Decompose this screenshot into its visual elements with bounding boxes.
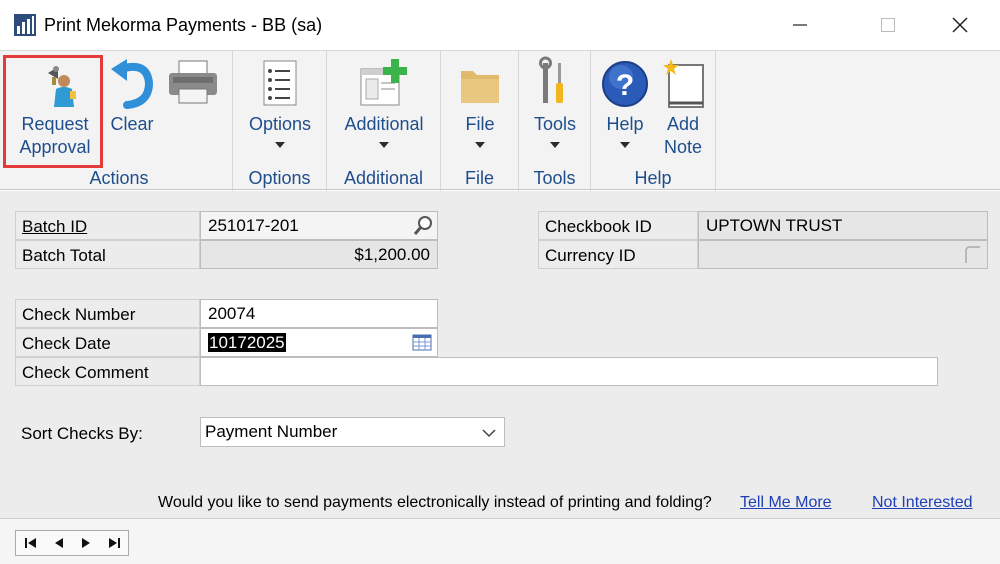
print-button[interactable] <box>164 55 222 113</box>
not-interested-link[interactable]: Not Interested <box>872 494 973 512</box>
group-label-options: Options <box>248 168 311 188</box>
close-icon <box>952 17 968 33</box>
check-number-field[interactable]: 20074 <box>200 299 438 328</box>
minimize-icon <box>793 24 807 26</box>
ribbon-group-tools: Tools Tools <box>519 51 591 191</box>
window-title: Print Mekorma Payments - BB (sa) <box>44 15 323 35</box>
ribbon-group-options: Options Options <box>233 51 327 191</box>
request-approval-highlight <box>3 55 103 168</box>
last-record-icon[interactable] <box>107 536 121 550</box>
payment-form: Batch ID 251017-201 Batch Total $1,200.0… <box>0 191 1000 518</box>
record-navigation-bar <box>0 518 1000 564</box>
chevron-down-icon <box>482 429 496 438</box>
ribbon: Request Approval Clear Actions Options O… <box>0 50 1000 191</box>
electronic-payments-message: Would you like to send payments electron… <box>158 494 712 511</box>
add-note-label-line1: Add <box>666 114 700 134</box>
tools-button[interactable]: Tools <box>519 55 591 148</box>
calendar-icon[interactable] <box>411 331 433 353</box>
lookup-magnifier-icon[interactable] <box>412 214 434 236</box>
check-number-label: Check Number <box>15 299 200 328</box>
title-bar: Print Mekorma Payments - BB (sa) <box>0 0 1000 50</box>
group-label-file: File <box>464 168 494 188</box>
close-button[interactable] <box>940 10 980 40</box>
help-question-icon: ? <box>602 61 648 107</box>
checkbook-id-label: Checkbook ID <box>538 211 698 240</box>
add-note-label-line2: Note <box>663 137 703 157</box>
currency-id-field <box>698 240 988 269</box>
file-button[interactable]: File <box>441 55 519 148</box>
additional-label: Additional <box>344 114 424 134</box>
batch-id-value: 251017-201 <box>208 216 299 235</box>
first-record-icon[interactable] <box>24 536 38 550</box>
batch-total-field: $1,200.00 <box>200 240 438 269</box>
checkbook-id-field: UPTOWN TRUST <box>698 211 988 240</box>
clear-button[interactable]: Clear <box>106 55 158 136</box>
ribbon-group-additional: Additional Additional <box>327 51 441 191</box>
check-comment-field[interactable] <box>200 357 938 386</box>
help-button[interactable]: ? Help <box>595 55 655 148</box>
maximize-button[interactable] <box>868 10 908 40</box>
record-navigation <box>15 530 129 556</box>
check-comment-label: Check Comment <box>15 357 200 386</box>
batch-id-field[interactable]: 251017-201 <box>200 211 438 240</box>
file-dropdown-caret-icon <box>475 142 485 148</box>
ribbon-group-help: ? Help Add Note Help <box>591 51 716 191</box>
group-label-additional: Additional <box>343 168 424 188</box>
next-record-icon[interactable] <box>80 536 92 550</box>
options-label: Options <box>248 114 312 134</box>
ribbon-group-file: File File <box>441 51 519 191</box>
group-label-help: Help <box>634 168 672 188</box>
add-note-button[interactable]: Add Note <box>655 55 711 159</box>
check-date-field[interactable]: 10172025 <box>200 328 438 357</box>
printer-icon <box>169 60 217 104</box>
additional-button[interactable]: Additional <box>327 55 441 148</box>
batch-total-label: Batch Total <box>15 240 200 269</box>
sort-checks-value: Payment Number <box>205 422 338 441</box>
help-dropdown-caret-icon <box>620 142 630 148</box>
currency-id-label: Currency ID <box>538 240 698 269</box>
file-label: File <box>465 114 495 134</box>
tools-dropdown-caret-icon <box>550 142 560 148</box>
maximize-icon <box>881 18 895 32</box>
group-label-actions: Actions <box>89 168 149 188</box>
tools-label: Tools <box>533 114 577 134</box>
options-button[interactable]: Options <box>233 55 327 148</box>
undo-arrow-icon <box>111 59 154 109</box>
dynamics-gp-icon <box>14 14 36 36</box>
help-label: Help <box>606 114 644 134</box>
tools-icon <box>539 56 563 103</box>
svg-text:?: ? <box>616 69 634 102</box>
batch-id-label[interactable]: Batch ID <box>15 211 200 240</box>
additional-window-plus-icon <box>360 59 407 106</box>
group-label-tools: Tools <box>533 168 576 188</box>
options-list-icon <box>263 60 297 106</box>
add-note-icon <box>663 59 704 108</box>
sort-checks-select[interactable]: Payment Number <box>200 417 505 447</box>
check-date-label: Check Date <box>15 328 200 357</box>
check-date-value: 10172025 <box>208 333 286 352</box>
previous-record-icon[interactable] <box>53 536 65 550</box>
options-dropdown-caret-icon <box>275 142 285 148</box>
minimize-button[interactable] <box>780 10 820 40</box>
sort-checks-label: Sort Checks By: <box>21 424 143 443</box>
folder-icon <box>461 71 499 103</box>
currency-expand-icon[interactable] <box>962 243 984 265</box>
tell-me-more-link[interactable]: Tell Me More <box>740 494 832 512</box>
additional-dropdown-caret-icon <box>379 142 389 148</box>
clear-label: Clear <box>110 114 154 134</box>
